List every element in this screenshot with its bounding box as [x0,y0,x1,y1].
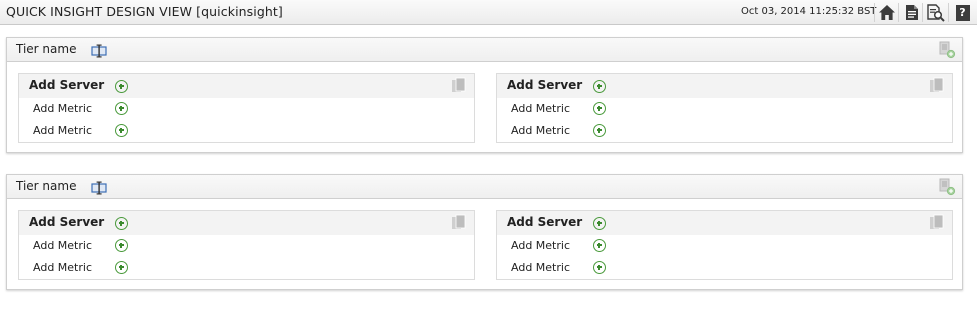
server-panel: Add Server Add Metric Add Metric [496,210,953,280]
tier-panel: Tier name Add Server Add Metric Add Metr… [6,37,963,153]
server-header: Add Server [497,74,952,98]
add-server-icon[interactable] [593,217,606,230]
server-header: Add Server [19,74,474,98]
timestamp: Oct 03, 2014 11:25:32 BST [741,6,877,17]
add-metric-label[interactable]: Add Metric [33,102,92,115]
server-panel: Add Server Add Metric Add Metric [18,210,475,280]
add-metric-icon[interactable] [115,102,128,115]
help-icon-label: ? [955,4,970,21]
add-metric-label[interactable]: Add Metric [511,102,570,115]
tier-panel: Tier name Add Server Add Metric Add Metr… [6,174,963,290]
server-panel: Add Server Add Metric Add Metric [496,73,953,143]
add-tier-icon[interactable] [938,41,956,59]
tier-name[interactable]: Tier name [16,179,76,193]
add-metric-icon[interactable] [115,124,128,137]
tier-header: Tier name [7,38,962,62]
page-header: QUICK INSIGHT DESIGN VIEW [quickinsight]… [0,0,977,25]
tier-header: Tier name [7,175,962,199]
add-server-icon[interactable] [115,80,128,93]
add-server-label[interactable]: Add Server [507,78,582,92]
copy-icon[interactable] [929,214,945,232]
copy-icon[interactable] [451,214,467,232]
tier-name[interactable]: Tier name [16,42,76,56]
add-metric-label[interactable]: Add Metric [511,261,570,274]
header-separator [922,3,923,22]
add-metric-label[interactable]: Add Metric [511,124,570,137]
server-panel: Add Server Add Metric Add Metric [18,73,475,143]
add-metric-label[interactable]: Add Metric [33,124,92,137]
page-title: QUICK INSIGHT DESIGN VIEW [quickinsight] [6,4,283,19]
add-metric-label[interactable]: Add Metric [511,239,570,252]
add-server-label[interactable]: Add Server [29,215,104,229]
add-metric-icon[interactable] [593,261,606,274]
header-separator [948,3,949,22]
rename-tier-icon[interactable] [91,43,107,58]
help-icon[interactable]: ? [953,3,972,22]
add-server-icon[interactable] [115,217,128,230]
add-server-icon[interactable] [593,80,606,93]
add-metric-icon[interactable] [593,102,606,115]
home-icon[interactable] [877,3,896,22]
rename-tier-icon[interactable] [91,180,107,195]
header-separator [898,3,899,22]
add-server-label[interactable]: Add Server [507,215,582,229]
search-report-icon[interactable] [926,3,945,22]
server-header: Add Server [497,211,952,235]
add-metric-icon[interactable] [593,124,606,137]
add-metric-label[interactable]: Add Metric [33,261,92,274]
add-metric-icon[interactable] [593,239,606,252]
document-icon[interactable] [902,3,921,22]
header-separator [874,3,875,22]
add-server-label[interactable]: Add Server [29,78,104,92]
add-metric-icon[interactable] [115,261,128,274]
copy-icon[interactable] [929,77,945,95]
add-metric-icon[interactable] [115,239,128,252]
server-header: Add Server [19,211,474,235]
add-metric-label[interactable]: Add Metric [33,239,92,252]
add-tier-icon[interactable] [938,178,956,196]
copy-icon[interactable] [451,77,467,95]
